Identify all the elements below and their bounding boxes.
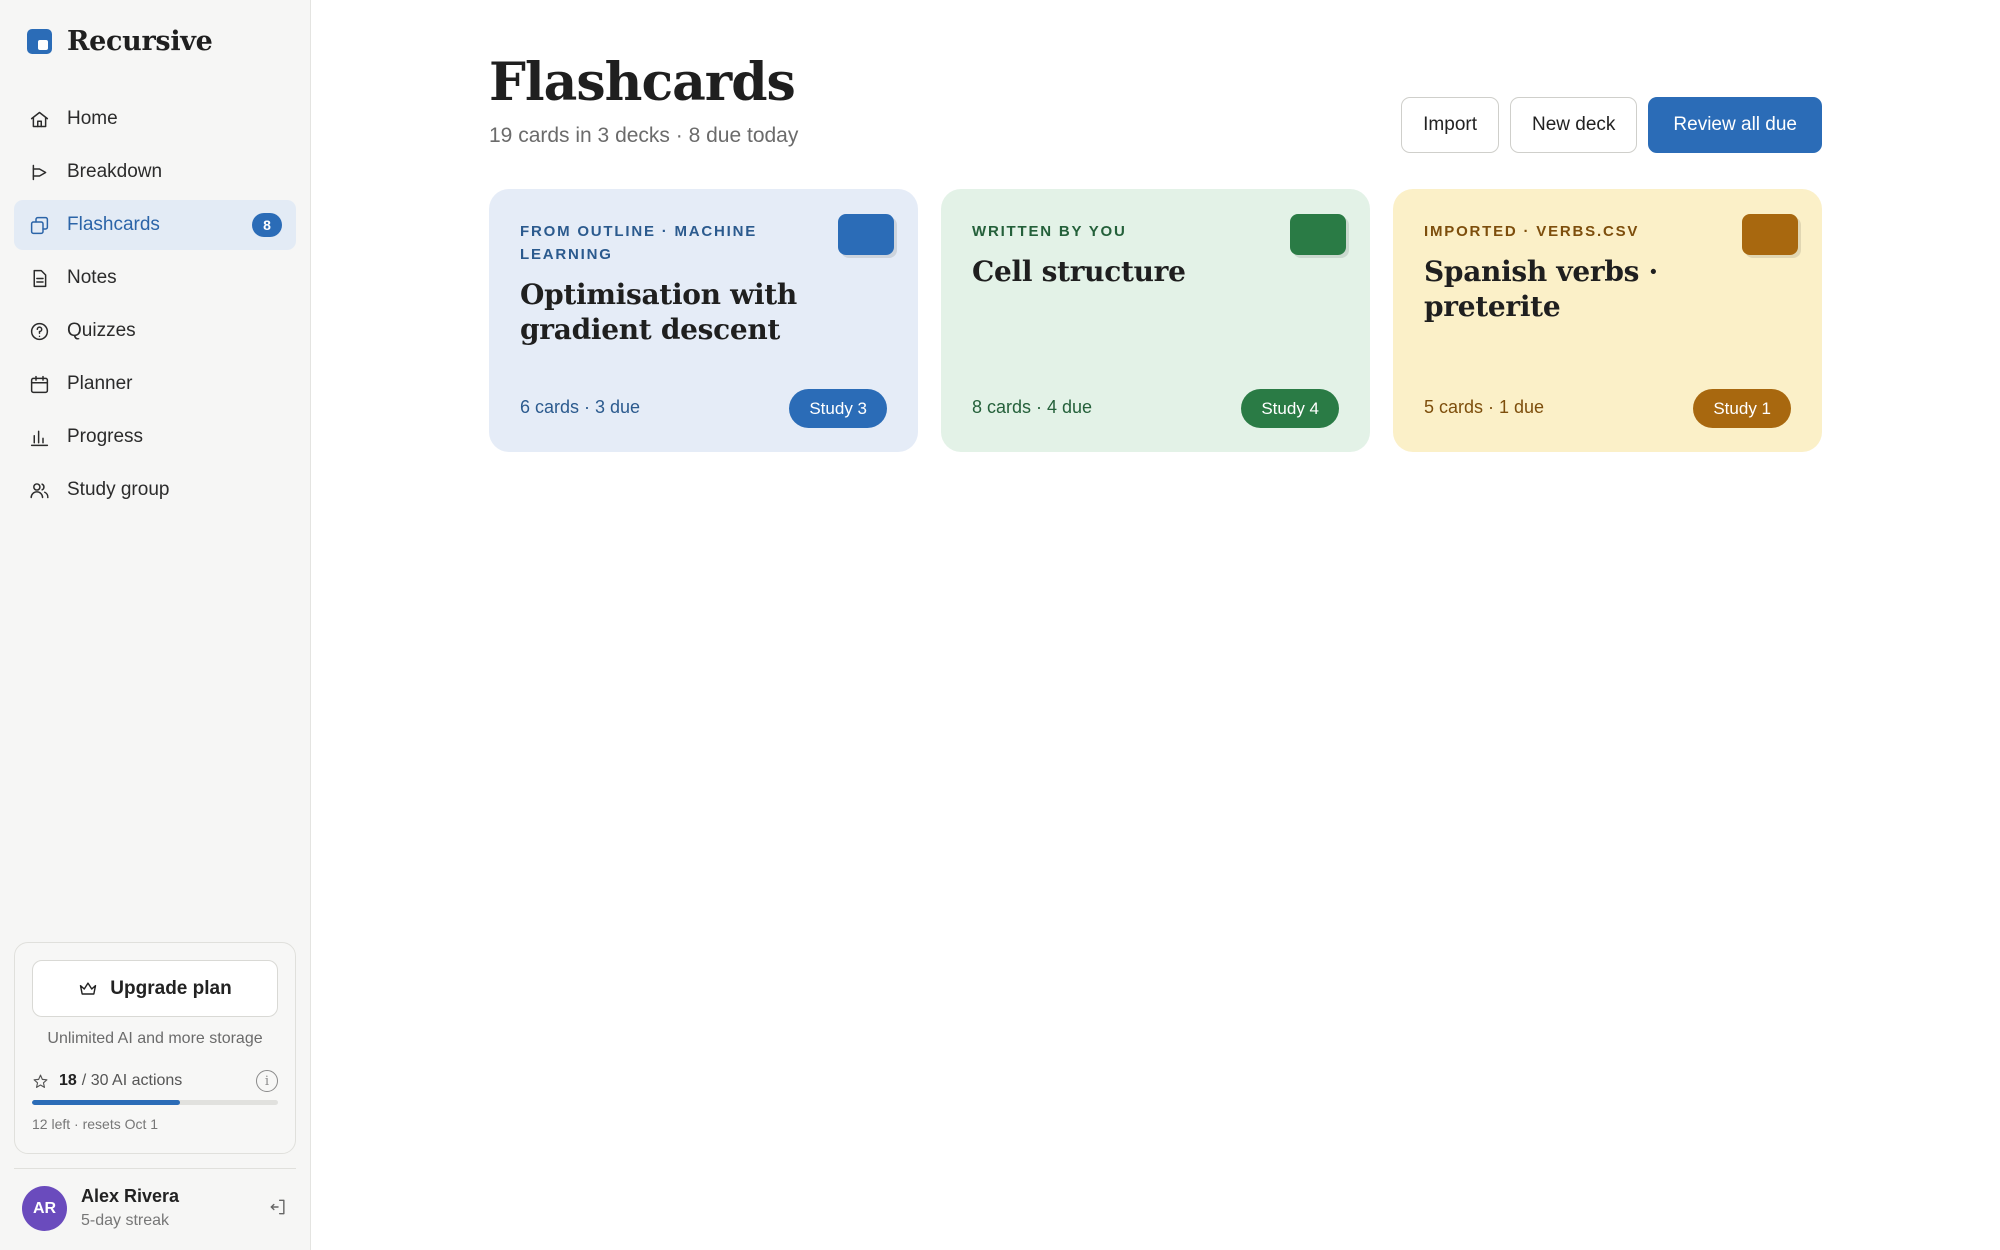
sidebar-item-study-group[interactable]: Study group	[14, 465, 296, 515]
notes-icon	[28, 267, 50, 289]
sidebar-item-home[interactable]: Home	[14, 94, 296, 144]
deck-list: FROM OUTLINE · MACHINE LEARNING Optimisa…	[489, 189, 1822, 452]
calendar-icon	[28, 373, 50, 395]
quiz-icon	[28, 320, 50, 342]
info-icon[interactable]: i	[256, 1070, 278, 1092]
sidebar-item-label: Study group	[67, 479, 170, 500]
study-button[interactable]: Study 4	[1241, 389, 1339, 428]
user-streak: 5-day streak	[81, 1212, 170, 1229]
avatar: AR	[22, 1186, 67, 1231]
sidebar-divider	[14, 1168, 296, 1169]
deck-card-gradient-descent[interactable]: FROM OUTLINE · MACHINE LEARNING Optimisa…	[489, 189, 918, 452]
logout-icon	[270, 1199, 285, 1215]
sidebar-item-label: Flashcards	[67, 214, 160, 235]
sidebar-item-breakdown[interactable]: Breakdown	[14, 147, 296, 197]
star-icon	[33, 1074, 48, 1088]
sidebar-item-label: Breakdown	[67, 161, 163, 182]
deck-source: WRITTEN BY YOU	[972, 223, 1127, 240]
deck-card-spanish-verbs[interactable]: IMPORTED · VERBS.CSV Spanish verbs · pre…	[1393, 189, 1822, 452]
sidebar-nav: Home Breakdown Flashcards 8 Notes Quizze…	[14, 94, 296, 518]
user-profile[interactable]: AR Alex Rivera 5-day streak	[22, 1184, 292, 1236]
import-button[interactable]: Import	[1401, 97, 1499, 153]
ai-usage-total: / 30 AI actions	[81, 1072, 183, 1089]
sidebar: Recursive Home Breakdown Flashcards 8 No…	[0, 0, 311, 1250]
brand[interactable]: Recursive	[27, 26, 213, 57]
sidebar-item-progress[interactable]: Progress	[14, 412, 296, 462]
deck-source: IMPORTED · VERBS.CSV	[1424, 223, 1640, 240]
study-button[interactable]: Study 1	[1693, 389, 1791, 428]
deck-color-chip	[1290, 214, 1346, 255]
crown-icon	[80, 981, 97, 995]
sidebar-item-planner[interactable]: Planner	[14, 359, 296, 409]
sidebar-item-quizzes[interactable]: Quizzes	[14, 306, 296, 356]
deck-meta: 5 cards · 1 due	[1424, 397, 1545, 417]
deck-meta: 8 cards · 4 due	[972, 397, 1093, 417]
due-count-badge: 8	[252, 213, 282, 237]
flashcards-icon	[28, 214, 50, 236]
deck-source: FROM OUTLINE · MACHINE LEARNING	[520, 223, 758, 263]
sidebar-item-label: Home	[67, 108, 118, 129]
app-logo-icon	[27, 29, 52, 54]
page-actions: Import New deck Review all due	[1401, 97, 1822, 153]
deck-meta: 6 cards · 3 due	[520, 397, 641, 417]
deck-color-chip	[838, 214, 894, 255]
sidebar-item-notes[interactable]: Notes	[14, 253, 296, 303]
sidebar-item-label: Notes	[67, 267, 117, 288]
ai-usage-note: 12 left · resets Oct 1	[32, 1116, 159, 1132]
logout-button[interactable]	[268, 1197, 292, 1221]
study-button[interactable]: Study 3	[789, 389, 887, 428]
home-icon	[28, 108, 50, 130]
deck-title: Optimisation with gradient descent	[520, 278, 797, 346]
sidebar-item-label: Planner	[67, 373, 133, 394]
user-name: Alex Rivera	[81, 1186, 180, 1206]
deck-title: Spanish verbs · preterite	[1424, 255, 1658, 323]
page-subtitle: 19 cards in 3 decks · 8 due today	[489, 124, 799, 147]
new-deck-button[interactable]: New deck	[1510, 97, 1638, 153]
chart-icon	[28, 426, 50, 448]
sidebar-item-label: Progress	[67, 426, 144, 447]
ai-usage-row: 18 / 30 AI actions i	[32, 1069, 278, 1093]
upgrade-plan-button[interactable]: Upgrade plan	[32, 960, 278, 1017]
sidebar-item-label: Quizzes	[67, 320, 136, 341]
ai-usage-progress-fill	[32, 1100, 180, 1105]
breakdown-icon	[28, 161, 50, 183]
upgrade-card: Upgrade plan Unlimited AI and more stora…	[14, 942, 296, 1154]
review-all-due-button[interactable]: Review all due	[1648, 97, 1822, 153]
upgrade-subtitle: Unlimited AI and more storage	[47, 1030, 263, 1047]
deck-title: Cell structure	[972, 255, 1186, 288]
sidebar-item-flashcards[interactable]: Flashcards 8	[14, 200, 296, 250]
deck-color-chip	[1742, 214, 1798, 255]
page-title: Flashcards	[489, 52, 796, 113]
ai-usage-used: 18	[59, 1072, 77, 1089]
ai-usage-progress	[32, 1100, 278, 1105]
users-icon	[28, 479, 50, 501]
upgrade-plan-label: Upgrade plan	[110, 977, 232, 999]
deck-card-cell-structure[interactable]: WRITTEN BY YOU Cell structure 8 cards · …	[941, 189, 1370, 452]
app-name: Recursive	[67, 26, 213, 57]
